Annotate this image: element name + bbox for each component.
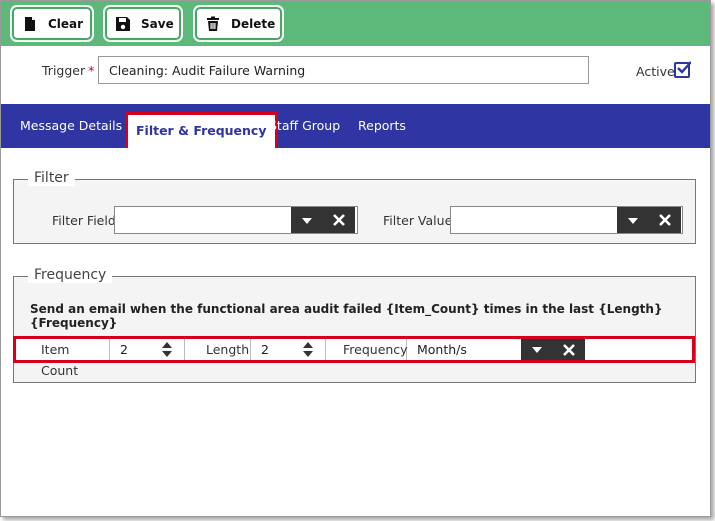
frequency-legend: Frequency: [28, 267, 113, 283]
trigger-label-text: Trigger: [42, 63, 86, 78]
spinner-arrows-icon[interactable]: [162, 342, 172, 358]
active-label: Active: [636, 64, 675, 79]
filter-value-dropdown-button[interactable]: [617, 207, 649, 233]
frequency-clear-button[interactable]: [553, 339, 585, 360]
frequency-dropdown-button[interactable]: [521, 339, 553, 360]
frequency-value[interactable]: Month/s: [417, 339, 467, 360]
chevron-down-icon: [628, 218, 638, 224]
item-count-label: Item Count: [16, 339, 110, 378]
length-stepper[interactable]: 2: [251, 339, 326, 360]
filter-value-label: Filter Value: [383, 213, 453, 228]
toolbar: Clear Save Delete: [1, 1, 710, 46]
filter-field-dropdown-button[interactable]: [291, 207, 323, 233]
save-label: Save: [141, 16, 174, 31]
trash-icon: [205, 16, 221, 32]
tab-message-details[interactable]: Message Details: [20, 104, 122, 148]
trigger-label: Trigger *: [42, 63, 94, 78]
tab-bar: Message Details Filter & Frequency Staff…: [1, 104, 710, 148]
file-icon: [22, 16, 38, 32]
delete-button[interactable]: Delete: [194, 6, 283, 41]
required-mark: *: [88, 63, 95, 78]
tab-filter-frequency[interactable]: Filter & Frequency: [125, 112, 278, 148]
filter-legend: Filter: [28, 170, 75, 186]
delete-label: Delete: [231, 16, 276, 31]
filter-fieldset: Filter Filter Field Filter Value: [13, 170, 696, 244]
save-button[interactable]: Save: [104, 6, 182, 41]
length-label: Length: [185, 339, 251, 360]
chevron-down-icon: [532, 347, 542, 353]
chevron-down-icon: [302, 218, 312, 224]
filter-field-combo[interactable]: [114, 206, 358, 234]
frequency-description: Send an email when the functional area a…: [30, 302, 663, 330]
frequency-label: Frequency: [326, 339, 408, 360]
clear-button[interactable]: Clear: [11, 6, 93, 41]
filter-field-clear-button[interactable]: [323, 207, 355, 233]
close-icon: [333, 214, 345, 226]
clear-label: Clear: [48, 16, 84, 31]
filter-field-label: Filter Field: [52, 213, 116, 228]
item-count-value: 2: [120, 342, 128, 357]
tab-reports[interactable]: Reports: [358, 104, 406, 148]
frequency-row: Item Count 2 Length 2 Frequency Month/s: [13, 336, 695, 378]
close-icon: [659, 214, 671, 226]
spinner-arrows-icon[interactable]: [303, 342, 313, 358]
active-checkbox[interactable]: [674, 61, 691, 78]
tab-staff-group[interactable]: Staff Group: [269, 104, 340, 148]
filter-value-clear-button[interactable]: [649, 207, 681, 233]
close-icon: [563, 344, 575, 356]
floppy-disk-icon: [115, 16, 131, 32]
check-icon: [677, 61, 691, 74]
filter-value-combo[interactable]: [450, 206, 683, 234]
trigger-input[interactable]: [98, 56, 589, 84]
item-count-stepper[interactable]: 2: [110, 339, 185, 360]
length-value: 2: [261, 342, 269, 357]
window: Clear Save Delete Trigger* Active Messag…: [0, 0, 711, 517]
